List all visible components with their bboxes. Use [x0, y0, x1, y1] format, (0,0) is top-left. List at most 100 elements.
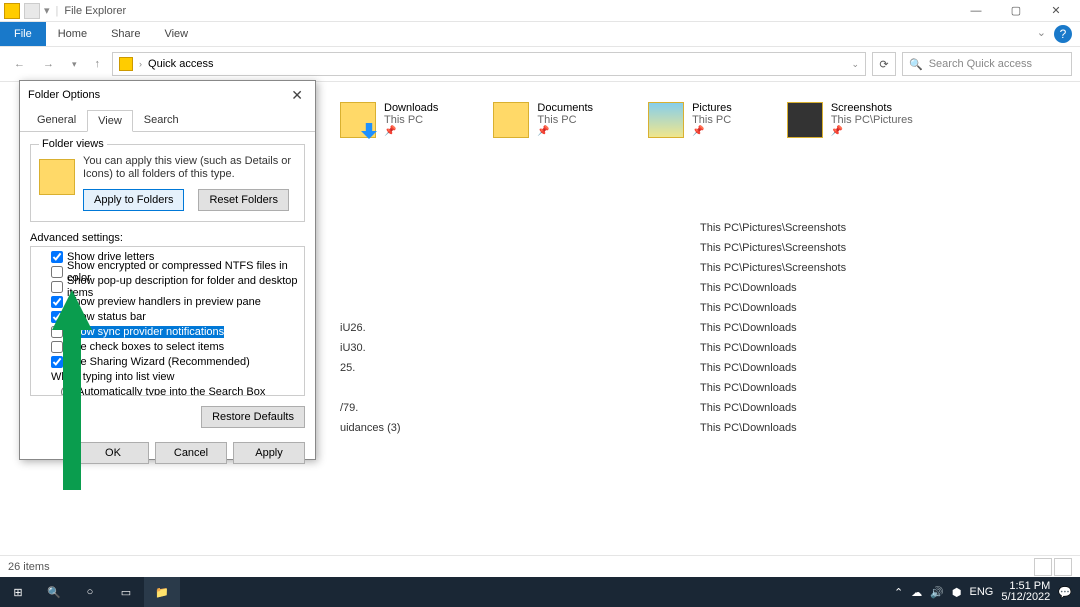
tray-volume-icon[interactable]: 🔊: [930, 586, 944, 599]
location-icon: [119, 57, 133, 71]
view-large-icon[interactable]: [1054, 558, 1072, 576]
file-row[interactable]: This PC\Downloads: [340, 378, 1080, 398]
file-row[interactable]: This PC\Downloads: [340, 278, 1080, 298]
tray-lang[interactable]: ENG: [970, 586, 994, 598]
up-button[interactable]: ↑: [89, 56, 107, 72]
window-title: File Explorer: [64, 5, 126, 17]
pin-icon: 📌: [537, 126, 593, 137]
refresh-button[interactable]: ⟳: [872, 52, 896, 76]
tray-chevron-icon[interactable]: ⌃: [894, 586, 903, 599]
folder-item[interactable]: Screenshots This PC\Pictures 📌: [787, 102, 913, 138]
file-row[interactable]: iU26. This PC\Downloads: [340, 318, 1080, 338]
address-dropdown-icon[interactable]: ⌄: [851, 59, 859, 70]
cancel-button[interactable]: Cancel: [155, 442, 227, 464]
apply-button[interactable]: Apply: [233, 442, 305, 464]
file-name: 25.: [340, 362, 700, 374]
file-row[interactable]: This PC\Pictures\Screenshots: [340, 218, 1080, 238]
file-row[interactable]: This PC\Pictures\Screenshots: [340, 258, 1080, 278]
minimize-button[interactable]: —: [956, 0, 996, 22]
file-row[interactable]: 25. This PC\Downloads: [340, 358, 1080, 378]
ribbon-tab-share[interactable]: Share: [99, 22, 152, 46]
dialog-title: Folder Options: [28, 89, 100, 101]
pin-icon: 📌: [692, 126, 732, 137]
ribbon-tab-view[interactable]: View: [152, 22, 200, 46]
cortana-button[interactable]: ○: [72, 577, 108, 607]
folder-icon: [787, 102, 823, 138]
tab-general[interactable]: General: [26, 109, 87, 131]
folder-name: Pictures: [692, 102, 732, 114]
file-path: This PC\Downloads: [700, 302, 797, 314]
tree-checkbox[interactable]: [51, 251, 63, 263]
tray-notifications-icon[interactable]: 💬: [1058, 586, 1072, 599]
tray-app-icon[interactable]: ⬢: [952, 586, 962, 599]
folder-name: Documents: [537, 102, 593, 114]
file-path: This PC\Downloads: [700, 282, 797, 294]
qa-icon[interactable]: [24, 3, 40, 19]
file-path: This PC\Downloads: [700, 382, 797, 394]
qa-dropdown[interactable]: ▾: [44, 4, 50, 17]
start-button[interactable]: ⊞: [0, 577, 36, 607]
tree-label: Use Sharing Wizard (Recommended): [67, 356, 250, 368]
pin-icon: 📌: [384, 126, 438, 137]
file-path: This PC\Pictures\Screenshots: [700, 262, 846, 274]
folder-icon: [493, 102, 529, 138]
folder-views-label: Folder views: [39, 138, 107, 150]
tree-checkbox[interactable]: [51, 266, 63, 278]
apply-to-folders-button[interactable]: Apply to Folders: [83, 189, 184, 211]
file-row[interactable]: uidances (3) This PC\Downloads: [340, 418, 1080, 438]
reset-folders-button[interactable]: Reset Folders: [198, 189, 288, 211]
taskbar-explorer[interactable]: 📁: [144, 577, 180, 607]
folder-views-text: You can apply this view (such as Details…: [83, 155, 296, 181]
folder-icon: [648, 102, 684, 138]
search-placeholder: Search Quick access: [929, 58, 1032, 70]
file-row[interactable]: iU30. This PC\Downloads: [340, 338, 1080, 358]
back-button[interactable]: ←: [8, 56, 31, 72]
folder-location: This PC: [384, 114, 438, 126]
file-name: uidances (3): [340, 422, 700, 434]
task-view-button[interactable]: ▭: [108, 577, 144, 607]
tray-cloud-icon[interactable]: ☁: [911, 586, 922, 599]
folder-location: This PC\Pictures: [831, 114, 913, 126]
address-bar[interactable]: › Quick access ⌄: [112, 52, 866, 76]
file-path: This PC\Pictures\Screenshots: [700, 242, 846, 254]
file-path: This PC\Downloads: [700, 422, 797, 434]
folder-location: This PC: [537, 114, 593, 126]
folder-item[interactable]: Documents This PC 📌: [493, 102, 593, 138]
advanced-settings-label: Advanced settings:: [30, 232, 305, 244]
folder-item[interactable]: Pictures This PC 📌: [648, 102, 732, 138]
dialog-close-button[interactable]: ✕: [287, 87, 307, 104]
file-row[interactable]: This PC\Downloads: [340, 298, 1080, 318]
file-row[interactable]: This PC\Pictures\Screenshots: [340, 238, 1080, 258]
help-icon[interactable]: ?: [1054, 25, 1072, 43]
ribbon-tab-home[interactable]: Home: [46, 22, 99, 46]
file-path: This PC\Downloads: [700, 322, 797, 334]
maximize-button[interactable]: ▢: [996, 0, 1036, 22]
ribbon-expand-icon[interactable]: ⌄: [1029, 22, 1054, 46]
folder-item[interactable]: Downloads This PC 📌: [340, 102, 438, 138]
restore-defaults-button[interactable]: Restore Defaults: [201, 406, 305, 428]
ribbon-file[interactable]: File: [0, 22, 46, 46]
folder-location: This PC: [692, 114, 732, 126]
search-input[interactable]: 🔍 Search Quick access: [902, 52, 1072, 76]
file-name: iU26.: [340, 322, 700, 334]
tree-label: Automatically type into the Search Box: [77, 386, 265, 397]
app-icon: [4, 3, 20, 19]
folder-views-icon: [39, 159, 75, 195]
file-name: iU30.: [340, 342, 700, 354]
recent-dropdown[interactable]: ▾: [66, 57, 83, 72]
forward-button[interactable]: →: [37, 56, 60, 72]
chevron-icon[interactable]: ›: [139, 59, 142, 69]
folder-name: Screenshots: [831, 102, 913, 114]
view-details-icon[interactable]: [1034, 558, 1052, 576]
annotation-arrow: [52, 290, 92, 490]
close-button[interactable]: ✕: [1036, 0, 1076, 22]
tree-label: Show preview handlers in preview pane: [67, 296, 261, 308]
search-button[interactable]: 🔍: [36, 577, 72, 607]
tab-view[interactable]: View: [87, 110, 133, 132]
file-name: /79.: [340, 402, 700, 414]
folder-icon: [340, 102, 376, 138]
tab-search[interactable]: Search: [133, 109, 190, 131]
tray-clock[interactable]: 1:51 PM5/12/2022: [1001, 581, 1050, 603]
file-path: This PC\Pictures\Screenshots: [700, 222, 846, 234]
file-row[interactable]: /79. This PC\Downloads: [340, 398, 1080, 418]
